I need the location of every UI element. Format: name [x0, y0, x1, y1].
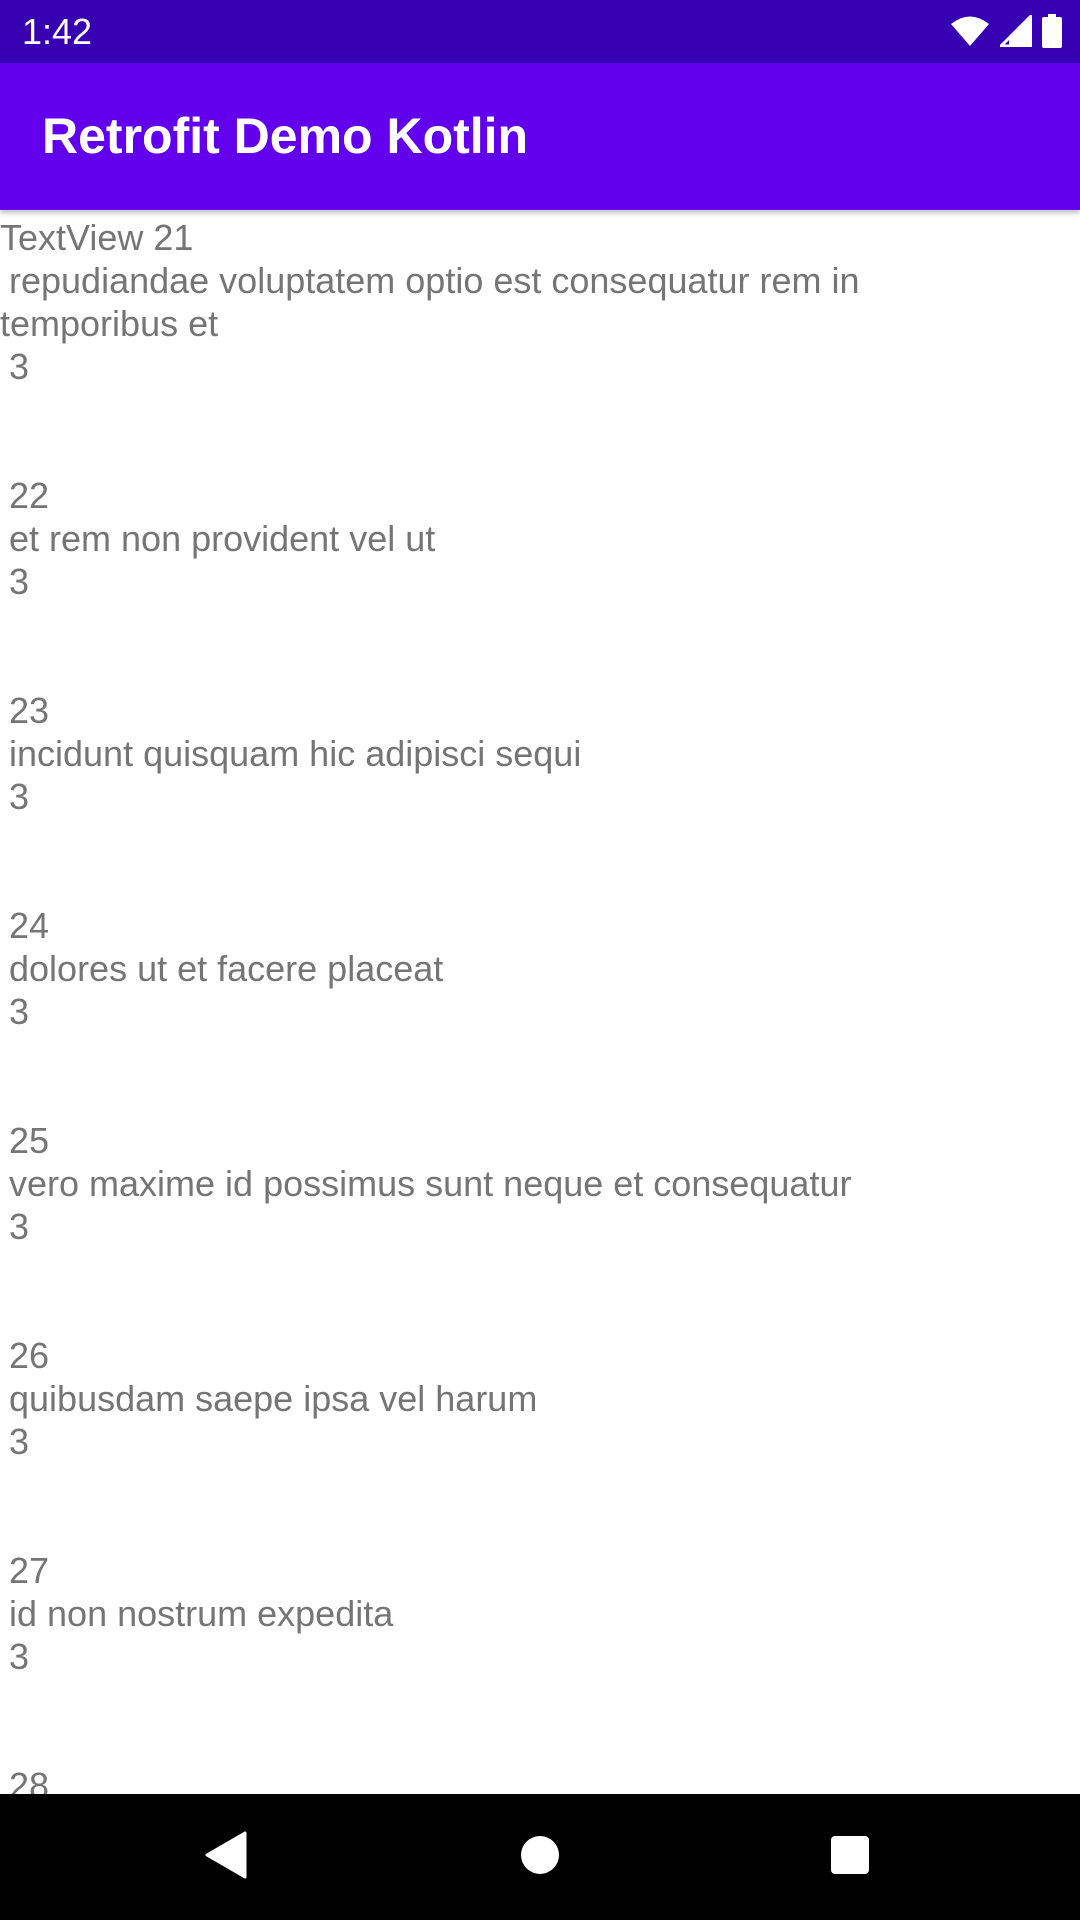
app-bar: Retrofit Demo Kotlin [0, 63, 1080, 210]
app-screen: 1:42 Retrofit Demo Kotlin TextView 21 re… [0, 0, 1080, 1920]
item-user-id: 3 [9, 991, 30, 1032]
item-user-id: 3 [9, 776, 30, 817]
list-item[interactable]: 26 quibusdam saepe ipsa vel harum 3 [0, 1334, 1080, 1463]
item-user-id: 3 [9, 1421, 30, 1462]
item-user-id: 3 [9, 561, 30, 602]
posts-list[interactable]: TextView 21 repudiandae voluptatem optio… [0, 210, 1080, 1794]
item-user-id: 3 [9, 1636, 30, 1677]
wifi-icon [950, 15, 990, 47]
item-id: 26 [9, 1335, 50, 1376]
item-user-id: 3 [9, 346, 30, 387]
back-button[interactable] [195, 1827, 255, 1887]
item-title: id non nostrum expedita [9, 1593, 394, 1634]
item-id: 28 [9, 1765, 50, 1794]
item-id: 22 [9, 475, 50, 516]
battery-icon [1042, 14, 1062, 48]
navigation-bar [0, 1794, 1080, 1920]
list-item[interactable]: 23 incidunt quisquam hic adipisci sequi … [0, 689, 1080, 818]
list-item[interactable]: 24 dolores ut et facere placeat 3 [0, 904, 1080, 1033]
back-icon [203, 1831, 247, 1884]
item-id: TextView 21 [0, 217, 194, 258]
list-item[interactable]: TextView 21 repudiandae voluptatem optio… [0, 216, 1080, 388]
home-icon [520, 1835, 560, 1880]
signal-icon [1000, 15, 1032, 47]
item-id: 25 [9, 1120, 50, 1161]
item-title: et rem non provident vel ut [9, 518, 436, 559]
item-id: 27 [9, 1550, 50, 1591]
list-item[interactable]: 27 id non nostrum expedita 3 [0, 1549, 1080, 1678]
recents-button[interactable] [820, 1827, 880, 1887]
list-item[interactable]: 28 [0, 1764, 1080, 1794]
item-title: incidunt quisquam hic adipisci sequi [9, 733, 582, 774]
status-time: 1:42 [22, 11, 93, 52]
item-title: quibusdam saepe ipsa vel harum [9, 1378, 538, 1419]
item-title: dolores ut et facere placeat [9, 948, 444, 989]
recents-icon [830, 1835, 870, 1880]
item-title: vero maxime id possimus sunt neque et co… [9, 1163, 852, 1204]
app-title: Retrofit Demo Kotlin [42, 108, 529, 164]
item-id: 23 [9, 690, 50, 731]
item-title: repudiandae voluptatem optio est consequ… [0, 260, 860, 344]
home-button[interactable] [510, 1827, 570, 1887]
item-user-id: 3 [9, 1206, 30, 1247]
list-item[interactable]: 25 vero maxime id possimus sunt neque et… [0, 1119, 1080, 1248]
status-bar: 1:42 [0, 0, 1080, 63]
list-item[interactable]: 22 et rem non provident vel ut 3 [0, 474, 1080, 603]
item-id: 24 [9, 905, 50, 946]
status-icons [950, 12, 1062, 50]
